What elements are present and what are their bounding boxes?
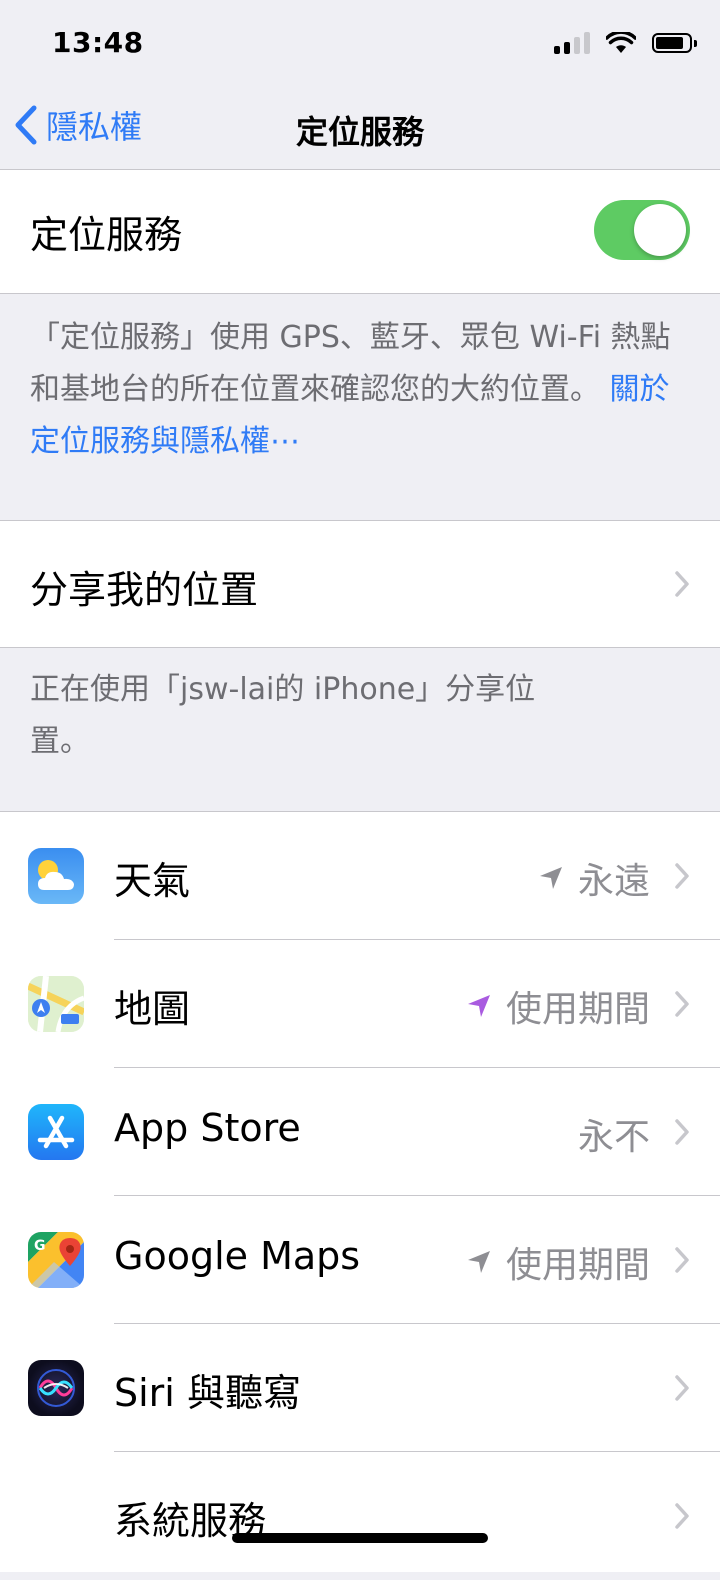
location-services-row: 定位服務 [0, 170, 720, 294]
app-permission: 永遠 [538, 852, 650, 904]
cellular-signal-icon [554, 32, 590, 54]
page-title: 定位服務 [295, 113, 424, 151]
status-bar: 13:48 [0, 0, 720, 88]
status-icons [554, 32, 697, 54]
chevron-right-icon [675, 1375, 689, 1401]
chevron-right-icon [675, 1119, 689, 1145]
svg-text:G: G [34, 1238, 46, 1254]
app-name: 天氣 [114, 859, 191, 903]
siri-app-icon [28, 1360, 84, 1416]
app-store-icon [28, 1104, 84, 1160]
app-row-google-maps[interactable]: G Google Maps 使用期間 [0, 1196, 720, 1324]
app-name: App Store [114, 1106, 301, 1150]
share-location-footnote: 正在使用「jsw-lai的 iPhone」分享位置。 [30, 672, 536, 759]
app-row-maps[interactable]: 地圖 使用期間 [0, 940, 720, 1068]
location-services-toggle[interactable] [594, 200, 690, 260]
weather-app-icon [28, 848, 84, 904]
app-row-system-services[interactable]: 系統服務 [0, 1452, 720, 1580]
chevron-right-icon [675, 1247, 689, 1273]
apps-list: 天氣 永遠 地圖 使用期間 App Store 永不 G Google Maps… [0, 811, 720, 1572]
battery-icon [652, 33, 697, 53]
share-location-group: 分享我的位置 [0, 520, 720, 648]
location-arrow-icon [539, 867, 562, 889]
location-arrow-icon [467, 995, 490, 1017]
google-maps-app-icon: G [28, 1232, 84, 1288]
chevron-right-icon [675, 1503, 689, 1529]
description-text: 「定位服務」使用 GPS、藍牙、眾包 Wi-Fi 熱點和基地台的所在位置來確認您… [30, 320, 671, 407]
app-name: Google Maps [114, 1234, 361, 1278]
app-row-app-store[interactable]: App Store 永不 [0, 1068, 720, 1196]
app-row-weather[interactable]: 天氣 永遠 [0, 812, 720, 940]
app-permission: 使用期間 [466, 980, 650, 1032]
home-indicator[interactable] [232, 1533, 488, 1543]
app-permission: 使用期間 [466, 1236, 650, 1288]
chevron-right-icon [675, 863, 689, 889]
chevron-right-icon [675, 571, 689, 597]
navigation-bar: 隱私權 定位服務 [0, 88, 720, 170]
status-time: 13:48 [52, 26, 144, 59]
app-permission: 永不 [577, 1117, 650, 1158]
wifi-icon [606, 32, 636, 53]
maps-app-icon [28, 976, 84, 1032]
share-my-location-label: 分享我的位置 [30, 568, 259, 612]
location-arrow-icon [467, 1251, 490, 1273]
chevron-right-icon [675, 991, 689, 1017]
share-my-location-row[interactable]: 分享我的位置 [0, 521, 720, 647]
app-name: Siri 與聽寫 [114, 1371, 301, 1415]
location-services-label: 定位服務 [30, 213, 183, 257]
app-name: 地圖 [114, 987, 191, 1031]
toggle-knob [634, 204, 686, 256]
app-row-siri[interactable]: Siri 與聽寫 [0, 1324, 720, 1452]
location-services-group: 定位服務 [0, 170, 720, 294]
location-services-description: 「定位服務」使用 GPS、藍牙、眾包 Wi-Fi 熱點和基地台的所在位置來確認您… [30, 312, 690, 468]
